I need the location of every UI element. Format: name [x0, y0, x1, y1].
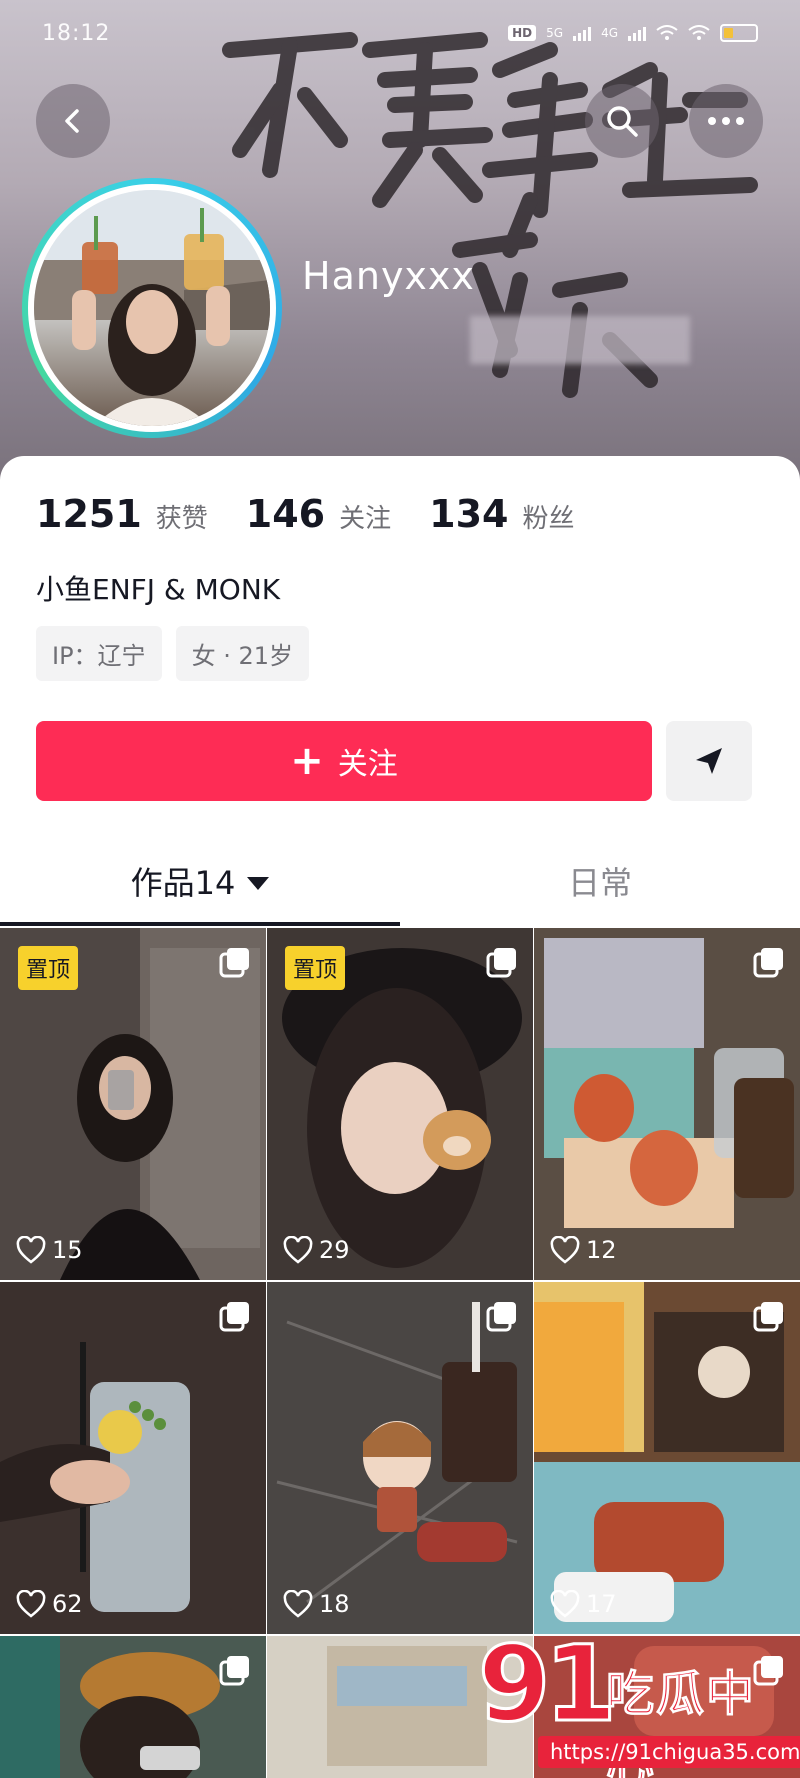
tab-daily[interactable]: 日常 [400, 836, 800, 926]
likes-count: 62 [16, 1590, 83, 1618]
multi-image-icon [486, 1302, 516, 1332]
action-row: + 关注 [36, 721, 752, 801]
likes-value: 18 [319, 1590, 350, 1618]
likes-count: 29 [283, 1236, 350, 1264]
pinned-badge: 置顶 [18, 946, 79, 990]
work-thumbnail-4 [0, 1282, 266, 1634]
likes-value: 29 [319, 1236, 350, 1264]
hd-badge: HD [508, 25, 537, 41]
gender-age-tag: 女 · 21岁 [175, 626, 309, 681]
heart-icon [16, 1236, 46, 1264]
likes-count: 18 [283, 1590, 350, 1618]
network-5g-label: 5G [546, 26, 564, 40]
likes-value: 17 [586, 1590, 617, 1618]
stat-followers-value: 134 [429, 492, 509, 536]
stat-likes-value: 1251 [36, 492, 142, 536]
heart-icon [550, 1236, 580, 1264]
send-icon [696, 748, 722, 774]
heart-icon [550, 1590, 580, 1618]
back-button[interactable] [36, 84, 110, 158]
avatar-ring[interactable] [22, 178, 282, 438]
watermark-number: 91 [477, 1623, 619, 1745]
heart-icon [283, 1590, 313, 1618]
profile-header-background: 18:12 HD 5G 4G Hanyxxx [0, 0, 800, 480]
status-time: 18:12 [42, 20, 111, 46]
more-options-button[interactable] [689, 84, 763, 158]
work-tile-2[interactable]: 置顶 29 [267, 928, 533, 1280]
multi-image-icon [753, 1302, 783, 1332]
tab-daily-label: 日常 [567, 864, 632, 902]
watermark-url: https://91chigua35.com [538, 1736, 800, 1768]
content-tabs: 作品14 日常 [0, 836, 800, 936]
blurred-signature [470, 316, 690, 364]
work-tile-7[interactable] [0, 1636, 266, 1778]
status-icons: HD 5G 4G [508, 24, 758, 42]
work-tile-1[interactable]: 置顶 15 [0, 928, 266, 1280]
profile-tags: IP：辽宁 女 · 21岁 [36, 626, 309, 681]
battery-icon [720, 24, 758, 42]
chevron-left-icon [65, 109, 79, 133]
work-tile-3[interactable]: 12 [534, 928, 800, 1280]
work-tile-4[interactable]: 62 [0, 1282, 266, 1634]
follow-button[interactable]: + 关注 [36, 721, 652, 801]
more-horizontal-icon [708, 117, 744, 125]
multi-image-icon [486, 948, 516, 978]
profile-stats: 1251 获赞 146 关注 134 粉丝 [36, 492, 612, 536]
heart-icon [283, 1236, 313, 1264]
avatar[interactable] [28, 184, 276, 432]
multi-image-icon [219, 948, 249, 978]
message-button[interactable] [666, 721, 752, 801]
profile-bio: 小鱼ENFJ & MONK [36, 573, 281, 606]
signal-icon [573, 25, 592, 41]
username: Hanyxxx [302, 254, 475, 298]
work-tile-6[interactable]: 17 [534, 1282, 800, 1634]
stat-followers-label: 粉丝 [522, 504, 575, 534]
wifi-icon [656, 25, 678, 40]
likes-count: 12 [550, 1236, 617, 1264]
work-thumbnail-6 [534, 1282, 800, 1634]
multi-image-icon [219, 1302, 249, 1332]
search-button[interactable] [585, 84, 659, 158]
work-thumbnail-5 [267, 1282, 533, 1634]
tab-works[interactable]: 作品14 [0, 836, 400, 926]
pinned-badge: 置顶 [285, 946, 346, 990]
site-watermark: 91 吃瓜中心 https://91chigua35.com [477, 1623, 800, 1778]
follow-button-label: 关注 [337, 747, 398, 782]
likes-value: 15 [52, 1236, 83, 1264]
stat-following-value: 146 [245, 492, 326, 536]
wifi-icon-2 [688, 25, 710, 40]
multi-image-icon [753, 948, 783, 978]
signal-icon-2 [628, 25, 646, 41]
tab-works-label: 作品14 [130, 864, 236, 902]
stat-following-label: 关注 [339, 504, 392, 534]
search-icon [607, 106, 638, 137]
stat-followers[interactable]: 134 粉丝 [429, 492, 574, 536]
plus-icon: + [290, 738, 324, 784]
calligraphy-background-art [222, 32, 758, 398]
avatar-photo [34, 190, 270, 426]
status-bar: 18:12 HD 5G 4G [0, 0, 800, 66]
active-tab-indicator [0, 922, 400, 926]
likes-value: 62 [52, 1590, 83, 1618]
likes-count: 17 [550, 1590, 617, 1618]
stat-likes[interactable]: 1251 获赞 [36, 492, 208, 536]
work-thumbnail-3 [534, 928, 800, 1280]
likes-count: 15 [16, 1236, 83, 1264]
work-tile-5[interactable]: 18 [267, 1282, 533, 1634]
likes-value: 12 [586, 1236, 617, 1264]
multi-image-icon [219, 1656, 249, 1686]
stat-following[interactable]: 146 关注 [246, 492, 391, 536]
caret-down-icon [247, 876, 270, 890]
ip-location-tag: IP：辽宁 [36, 626, 162, 681]
stat-likes-label: 获赞 [155, 504, 208, 534]
network-4g-label: 4G [601, 26, 618, 40]
heart-icon [16, 1590, 46, 1618]
